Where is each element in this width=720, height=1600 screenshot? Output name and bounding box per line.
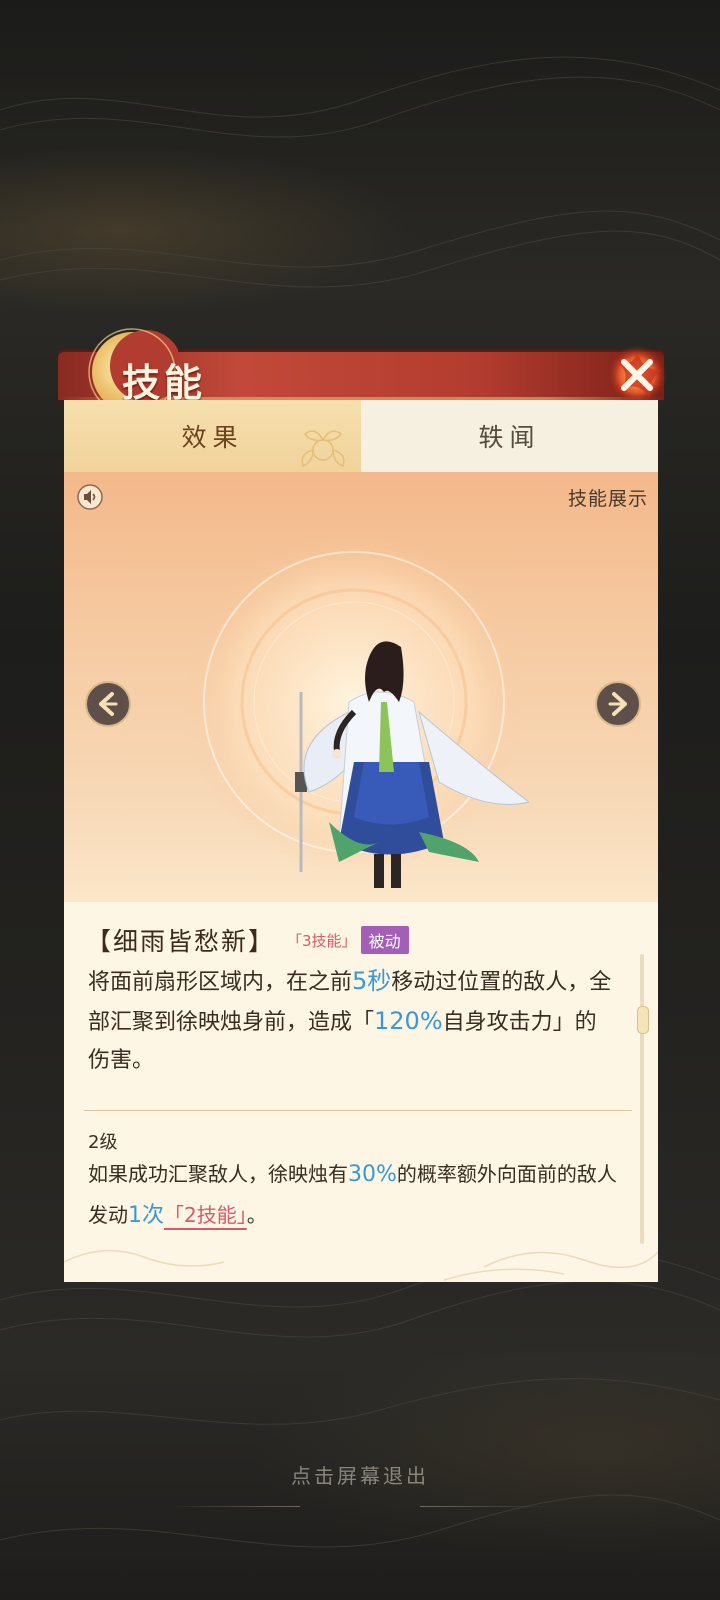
tab-effect[interactable]: 效果 [64, 400, 361, 472]
duration-value: 5秒 [352, 967, 392, 995]
level-segment: 如果成功汇聚敌人，徐映烛有 [88, 1162, 348, 1186]
level-title: 2级 [88, 1132, 118, 1153]
skill-description: 【细雨皆愁新】 「3技能」 被动 将面前扇形区域内，在之前5秒移动过位置的敌人，… [64, 902, 658, 1282]
divider [84, 1110, 632, 1111]
flower-decoration-icon [301, 430, 345, 467]
passive-badge: 被动 [360, 926, 409, 954]
skill-preview-label[interactable]: 技能展示 [568, 484, 648, 511]
tab-bar: 效果 轶闻 [64, 400, 658, 472]
scroll-thumb[interactable] [637, 1006, 649, 1034]
skill-slot-tag: 「3技能」 [287, 931, 357, 950]
scrollbar[interactable] [637, 954, 649, 1244]
skill-showcase: 技能展示 [64, 472, 658, 902]
tab-anecdote-label: 轶闻 [478, 423, 541, 452]
chance-percent: 30% [348, 1162, 397, 1187]
tab-anecdote[interactable]: 轶闻 [361, 400, 658, 472]
skill-name: 【细雨皆愁新】 [86, 927, 276, 956]
exit-line-left [170, 1506, 300, 1507]
trigger-count: 1次 [128, 1203, 164, 1228]
tab-effect-label: 效果 [181, 423, 244, 452]
level-effect-text: 如果成功汇聚敌人，徐映烛有30%的概率额外向面前的敌人发动1次「2技能」。 [88, 1154, 628, 1236]
skill-2-link[interactable]: 「2技能」 [164, 1203, 247, 1227]
skill-header: 【细雨皆愁新】 「3技能」 被动 [86, 922, 409, 958]
speaker-icon[interactable] [77, 484, 103, 510]
exit-line-right [420, 1506, 550, 1507]
character-illustration [295, 641, 529, 888]
damage-percent: 120% [374, 1007, 443, 1035]
level-segment: 。 [246, 1203, 267, 1227]
chevron-right-icon[interactable] [594, 680, 642, 728]
skill-panel: 技能 效果 轶闻 技能展示 【细雨皆愁新】 「3技能」 被动 将面前扇形区域内，… [58, 328, 667, 1282]
panel-title: 技能 [122, 360, 207, 405]
desc-segment: 将面前扇形区域内，在之前 [88, 970, 353, 995]
chevron-left-icon[interactable] [84, 680, 132, 728]
panel-body: 效果 轶闻 技能展示 【细雨皆愁新】 「3技能」 被动 将面前扇形区域内，在之前… [64, 400, 658, 1282]
exit-hint[interactable]: 点击屏幕退出 [0, 1460, 720, 1489]
skill-effect-text: 将面前扇形区域内，在之前5秒移动过位置的敌人，全部汇聚到徐映烛身前，造成「120… [88, 962, 618, 1080]
